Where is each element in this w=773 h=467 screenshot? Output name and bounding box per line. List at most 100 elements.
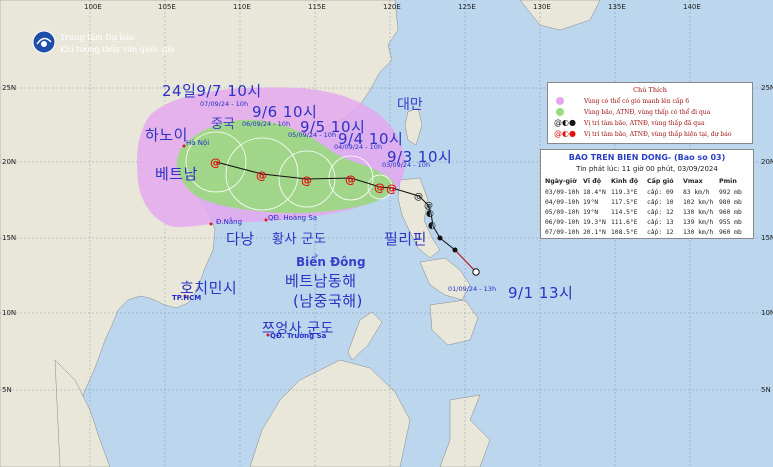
cell-pmin: 960 mb [719,229,742,236]
lon-label-130e: 130E [533,3,551,11]
storm-info-title: BAO TREN BIEN DONG- (Bao so 03) [568,153,726,162]
green-dot-icon [556,108,564,116]
col-header-vmax: Vmax [683,178,703,185]
agency-name-line1: Trung tâm Dự báo [60,33,135,42]
legend-row-past-positions: @◐● Vị trí tâm bão, ATNĐ, vùng thấp đã q… [554,119,705,127]
col-header-pmin: Pmin [719,178,737,185]
label-hoangsa: QĐ. Hoàng Sa [268,214,318,222]
cell-lon: 111.6°E [611,219,638,226]
cell-lat: 20.1°N [583,229,606,236]
track-label-big-0709: 24일9/7 10시 [162,82,262,100]
lon-label-120e: 120E [383,3,401,11]
kr-label-hanoi: 하노이 [145,126,188,144]
col-header-lat: Vĩ độ [583,178,602,185]
legend-text-wind-zone: Vùng có thể có gió mạnh lên cấp 6 [584,97,690,105]
svg-text:@: @ [345,173,356,186]
label-danang: Đ.Nẵng [216,218,243,226]
svg-text:@: @ [424,201,433,211]
cell-pmin: 992 mb [719,189,742,196]
lon-label-135e: 135E [608,3,626,11]
table-row: 07/09-10h 20.1°N 108.5°E cấp: 12 130 km/… [545,229,751,236]
label-bien-dong: Biển Đông [296,255,366,269]
kr-label-china: 중국 [211,117,235,132]
cell-lon: 117.5°E [611,199,638,206]
cell-vmax: 130 km/h [683,209,714,216]
track-date-0609: 06/09/24 - 10h [242,120,291,128]
lon-label-100e: 100E [84,3,102,11]
svg-text:@: @ [301,174,312,187]
cell-lon: 119.3°E [611,189,638,196]
svg-text:@: @ [414,192,423,202]
lat-label-5n: 5N [2,386,12,394]
col-header-wind: Cấp gió [647,178,674,185]
cell-lon: 108.5°E [611,229,638,236]
kr-label-philippines: 필리핀 [384,230,427,248]
legend-row-wind-zone: Vùng có thể có gió mạnh lên cấp 6 [554,97,689,105]
lon-label-105e: 105E [158,3,176,11]
kr-label-sea: 베트남동해 [285,272,357,290]
cell-time: 06/09-10h [545,219,580,226]
track-date-0509: 05/09/24 - 10h [288,131,337,139]
legend-row-storm-zone: Vùng bão, ATNĐ, vùng thấp có thể đi qua [554,108,710,116]
track-date-0109: 01/09/24 - 13h [448,285,497,293]
track-label-big-0109: 9/1 13시 [508,284,574,302]
kr-label-vietnam: 베트남 [155,165,198,183]
lat-label-right-15n: 15N [761,234,773,242]
cell-pmin: 980 mb [719,199,742,206]
cell-wind: cấp: 10 [647,199,674,206]
agency-logo-icon [32,30,56,54]
label-hanoi: Hà Nội [186,139,210,147]
cell-wind: cấp: 12 [647,229,674,236]
lon-label-140e: 140E [683,3,701,11]
cell-vmax: 130 km/h [683,229,714,236]
map-legend: Chú Thích Vùng có thể có gió mạnh lên cấ… [547,82,753,144]
table-row: 04/09-10h 19°N 117.5°E cấp: 10 102 km/h … [545,199,751,206]
lat-label-15n: 15N [2,234,17,242]
track-date-0409: 04/09/24 - 10h [334,143,383,151]
lon-label-110e: 110E [233,3,251,11]
lon-label-125e: 125E [458,3,476,11]
col-header-lon: Kinh độ [611,178,639,185]
track-date-0709: 07/09/24 - 10h [200,100,249,108]
table-row: 06/09-10h 19.3°N 111.6°E cấp: 13 139 km/… [545,219,751,226]
lat-label-right-25n: 25N [761,84,773,92]
legend-text-past-positions: Vị trí tâm bão, ATNĐ, vùng thấp đã qua [584,119,705,127]
cell-time: 07/09-10h [545,229,580,236]
legend-row-forecast-positions: @◐● Vị trí tâm bão, ATNĐ, vùng thấp hiện… [554,130,731,138]
label-truongsa: QĐ. Trường Sa [270,332,327,340]
kr-label-paracel: 황사 군도 [272,232,327,247]
cell-time: 03/09-10h [545,189,580,196]
svg-text:@: @ [386,182,397,195]
storm-info-issued: Tin phát lúc: 11 giờ 00 phút, 03/09/2024 [576,165,718,173]
table-row: 03/09-10h 18.4°N 119.3°E cấp: 09 83 km/h… [545,189,751,196]
agency-name-line2: Khí tượng thủy văn quốc gia [60,45,175,54]
forecast-position-symbols-icon: @◐● [554,129,576,138]
svg-text:@: @ [210,156,221,169]
legend-title: Chú Thích [633,86,667,94]
label-tphcm: TP.HCM [172,294,202,302]
svg-text:@: @ [256,169,267,182]
cell-wind: cấp: 13 [647,219,674,226]
cell-lon: 114.5°E [611,209,638,216]
agency-logo-block: Trung tâm Dự báo Khí tượng thủy văn quốc… [30,30,200,60]
cell-lat: 19°N [583,199,599,206]
past-position-symbols-icon: @◐● [554,118,576,127]
lat-label-10n: 10N [2,309,17,317]
storm-table-header: Ngày-giờ Vĩ độ Kinh độ Cấp gió Vmax Pmin [545,178,751,185]
lat-label-right-10n: 10N [761,309,773,317]
cell-pmin: 960 mb [719,209,742,216]
cell-wind: cấp: 12 [647,209,674,216]
cell-vmax: 83 km/h [683,189,710,196]
col-header-time: Ngày-giờ [545,178,577,185]
kr-label-danang: 다낭 [226,230,255,248]
cell-vmax: 102 km/h [683,199,714,206]
lat-label-20n: 20N [2,158,17,166]
track-date-0309: 03/09/24 - 10h [382,161,431,169]
lat-label-right-5n: 5N [761,386,771,394]
cell-pmin: 955 mb [719,219,742,226]
cell-lat: 19.3°N [583,219,606,226]
lat-label-right-20n: 20N [761,158,773,166]
svg-text:◐: ◐ [428,221,436,231]
cell-lat: 18.4°N [583,189,606,196]
legend-text-forecast-positions: Vị trí tâm bão, ATNĐ, vùng thấp hiện tại… [584,130,732,138]
